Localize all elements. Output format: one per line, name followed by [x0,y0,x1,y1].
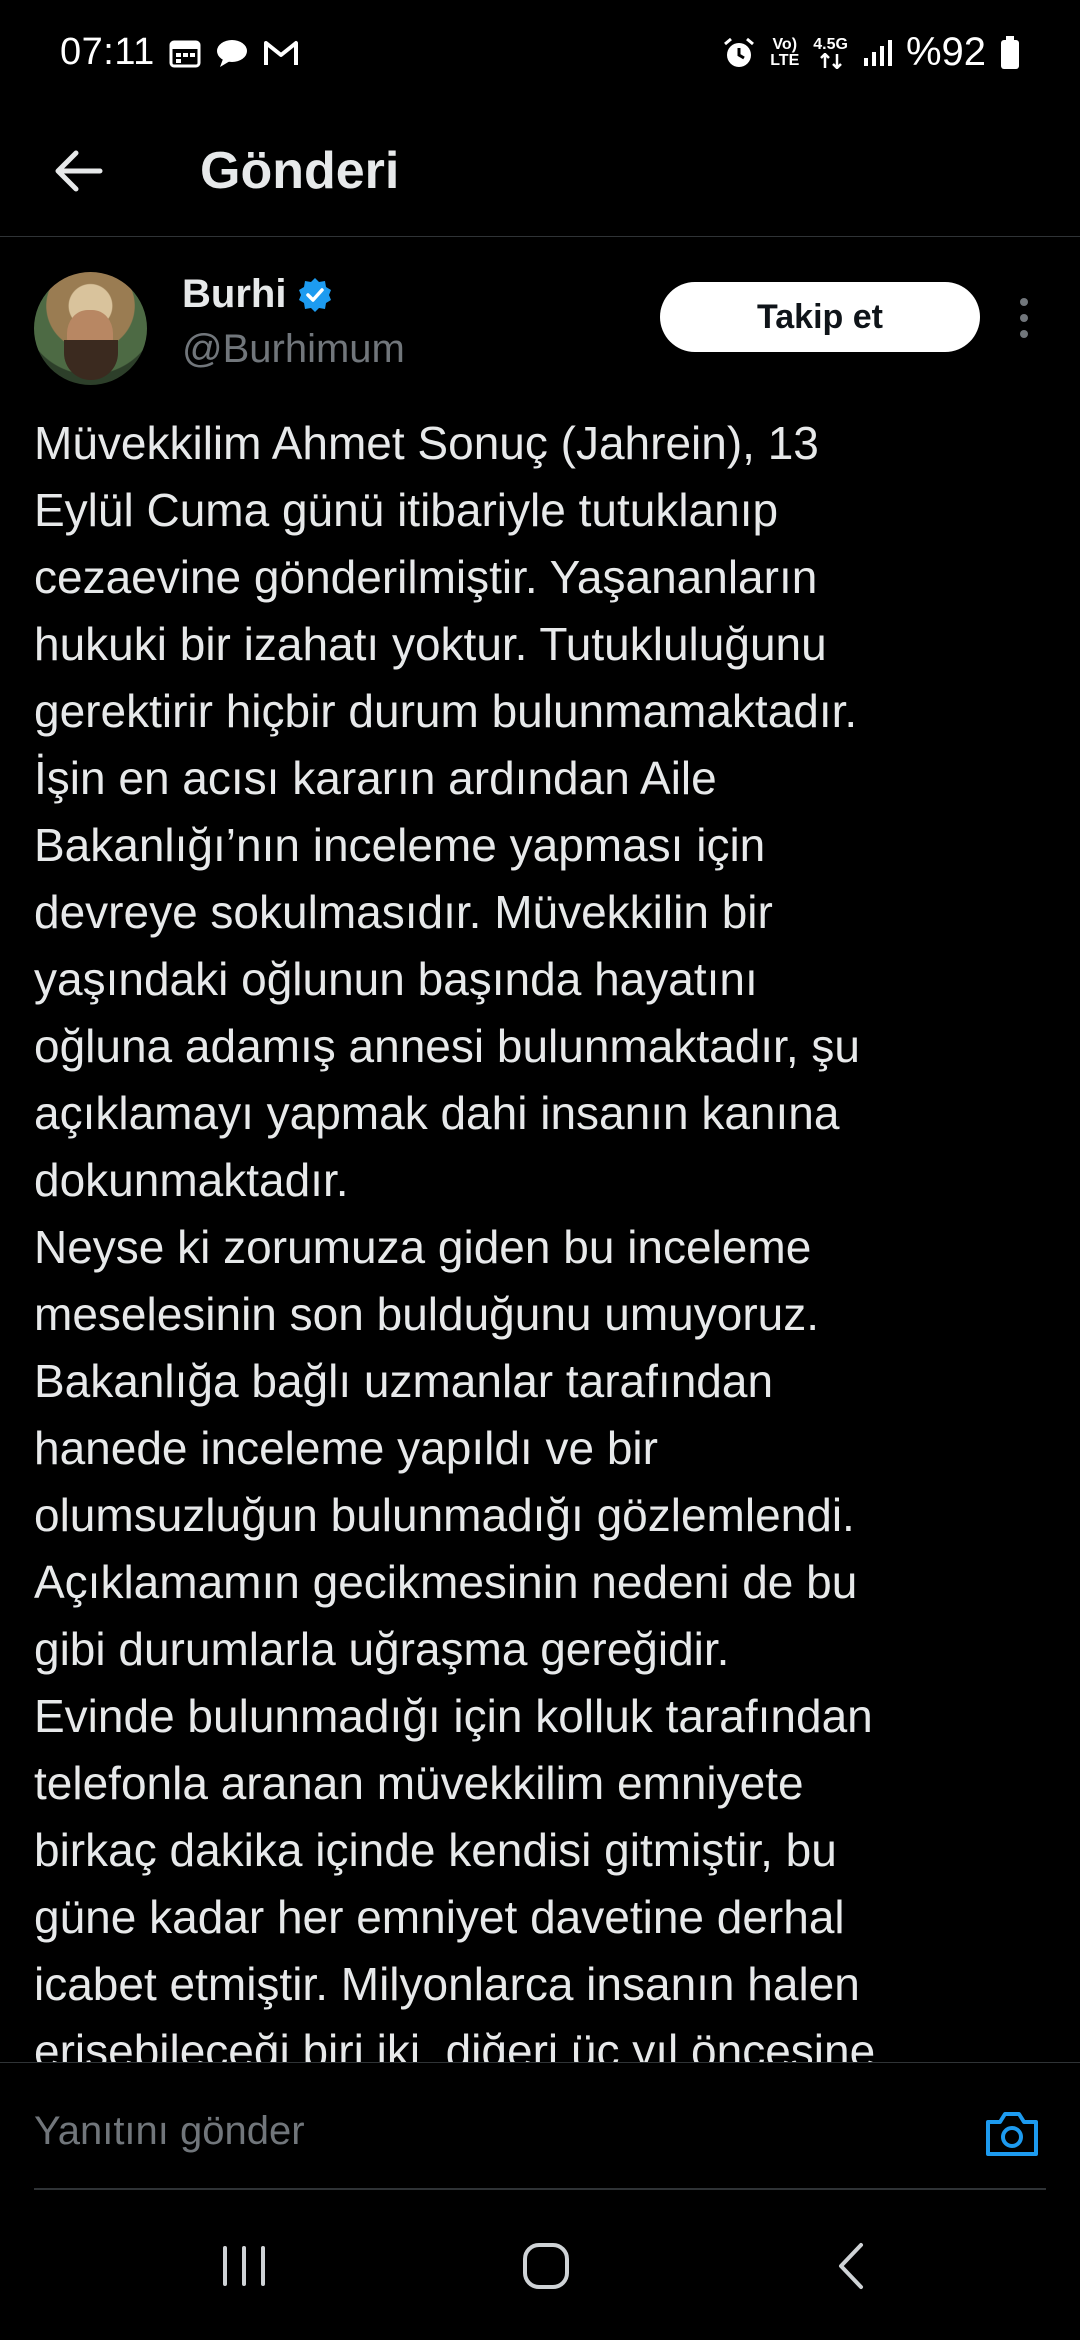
system-nav-bar [0,2190,1080,2340]
post-text-line: Açıklamamın gecikmesinin nedeni de bu [34,1556,858,1608]
status-time: 07:11 [60,31,155,73]
camera-button[interactable] [982,2105,1042,2161]
post-text-line: Evinde bulunmadığı için kolluk tarafında… [34,1690,873,1742]
more-options-button[interactable] [1000,286,1048,350]
post-text-line: hanede inceleme yapıldı ve bir [34,1422,658,1474]
post-text-line: telefonla aranan müvekkilim emniyete [34,1757,804,1809]
status-left: 07:11 [60,31,299,74]
post-text-line: oğluna adamış annesi bulunmaktadır, şu [34,1020,860,1072]
post-text-line: Bakanlığa bağlı uzmanlar tarafından [34,1355,774,1407]
battery-percent: %92 [905,30,986,74]
author-handle[interactable]: @Burhimum [182,327,405,372]
post-text-line: olumsuzluğun bulunmadığı gözlemlendi. [34,1489,855,1541]
post-text-line: dokunmaktadır. [34,1154,349,1206]
avatar-beard [64,340,118,380]
post-text-line: icabet etmiştir. Milyonlarca insanın hal… [34,1958,860,2010]
post-text-line: Eylül Cuma günü itibariyle tutuklanıp [34,484,779,536]
volte-text: Vo) [772,35,798,53]
author-name[interactable]: Burhi [182,272,286,317]
reply-input[interactable] [34,2091,934,2171]
post-text-line: yaşındaki oğlunun başında hayatını [34,953,758,1005]
avatar[interactable] [34,272,147,385]
status-right: Vo) LTE 4.5G %92 [722,30,1020,75]
chat-bubble-icon [215,38,249,68]
verified-badge-icon [299,277,332,312]
network-speed-text: 4.5G [813,35,848,53]
post-text-line: açıklamayı yapmak dahi insanın kanına [34,1087,840,1139]
calendar-icon [169,38,201,68]
follow-button[interactable]: Takip et [660,282,980,352]
signal-icon [862,38,892,68]
data-arrows-icon [819,52,842,69]
post-text-line: Neyse ki zorumuza giden bu inceleme [34,1221,812,1273]
author-name-line: Burhi [182,272,405,317]
home-button[interactable] [486,2226,606,2306]
alarm-icon [722,36,756,70]
post-text-line: erişebileceği biri iki, diğeri üç yıl ön… [34,2025,876,2062]
camera-icon [986,2112,1038,2156]
post-text-line: İşin en acısı kararın ardından Aile [34,752,717,804]
chevron-left-icon [839,2243,863,2289]
reply-bar [0,2062,1080,2190]
data-indicator: 4.5G [813,35,848,69]
recents-icon [223,2246,265,2286]
lte-text: LTE [770,51,800,69]
app-root: 07:11 Vo) LTE 4.5G %92 Gönderi Burhi @Bu… [0,0,1080,2340]
status-bar: 07:11 Vo) LTE 4.5G %92 [0,0,1080,105]
post-text-line: devreye sokulmasıdır. Müvekkilin bir [34,886,773,938]
post-text-line: Bakanlığı’nın inceleme yapması için [34,819,766,871]
more-vertical-icon [1020,298,1028,338]
post-text-line: birkaç dakika içinde kendisi gitmiştir, … [34,1824,837,1876]
post-text-line: hukuki bir izahatı yoktur. Tutukluluğunu [34,618,827,670]
recents-button[interactable] [184,2226,304,2306]
gmail-icon [263,39,299,67]
battery-icon [1000,35,1020,70]
post-author-row: Burhi @Burhimum Takip et [0,270,1080,390]
post-text-line: gerektirir hiçbir durum bulunmamaktadır. [34,685,858,737]
back-button[interactable] [38,131,118,211]
post-text-line: meselesinin son bulduğunu umuyoruz. [34,1288,820,1340]
post-text-line: gibi durumlarla uğraşma gereğidir. [34,1623,730,1675]
post-text-line: cezaevine gönderilmiştir. Yaşananların [34,551,818,603]
page-title: Gönderi [200,141,400,200]
volte-indicator: Vo) LTE [770,35,800,69]
post-text-line: Müvekkilim Ahmet Sonuç (Jahrein), 13 [34,417,819,469]
arrow-left-icon [55,150,103,191]
top-bar: Gönderi [0,105,1080,237]
post-text-line: güne kadar her emniyet davetine derhal [34,1891,845,1943]
post-text: Müvekkilim Ahmet Sonuç (Jahrein), 13 Eylü… [34,410,1054,2062]
author-info[interactable]: Burhi @Burhimum [182,272,405,372]
system-back-button[interactable] [790,2226,910,2306]
home-icon [523,2243,569,2289]
